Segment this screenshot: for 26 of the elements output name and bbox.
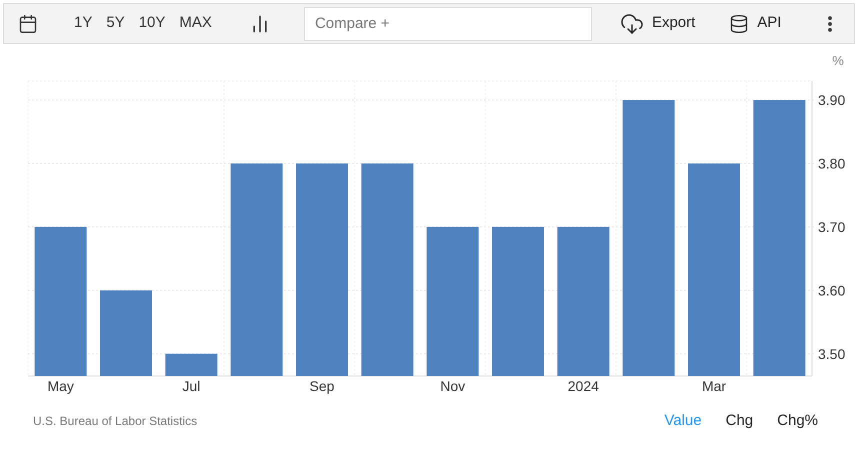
calendar-icon[interactable] <box>18 14 38 34</box>
range-button[interactable]: 5Y <box>106 12 125 35</box>
range-button[interactable]: 1Y <box>74 12 92 35</box>
mode-tab[interactable]: Chg% <box>777 410 818 432</box>
range-button[interactable]: MAX <box>179 12 212 35</box>
database-icon <box>729 14 750 34</box>
y-tick-label: 3.70 <box>818 218 846 235</box>
x-tick-label: 2024 <box>568 378 599 394</box>
x-tick-label: Nov <box>440 378 466 394</box>
y-tick-label: 3.60 <box>818 282 846 298</box>
y-tick-label: 3.90 <box>818 92 846 108</box>
y-tick-label: 3.50 <box>818 346 846 362</box>
bar <box>165 354 218 376</box>
source-text: U.S. Bureau of Labor Statistics <box>33 413 198 430</box>
compare-field[interactable]: Compare + <box>304 6 592 40</box>
range-button[interactable]: 10Y <box>138 12 166 35</box>
export-button[interactable]: Export <box>620 12 696 36</box>
mode-tab[interactable]: Chg <box>726 410 754 432</box>
cloud-download-icon <box>620 12 644 36</box>
x-tick-label: Jul <box>182 378 200 394</box>
x-tick-label: May <box>47 378 74 394</box>
x-tick-label: Sep <box>310 378 334 394</box>
y-tick-label: 3.80 <box>818 155 846 172</box>
x-tick-label: Mar <box>702 378 726 394</box>
api-button[interactable]: API <box>729 12 782 35</box>
unit-label: % <box>832 53 844 68</box>
